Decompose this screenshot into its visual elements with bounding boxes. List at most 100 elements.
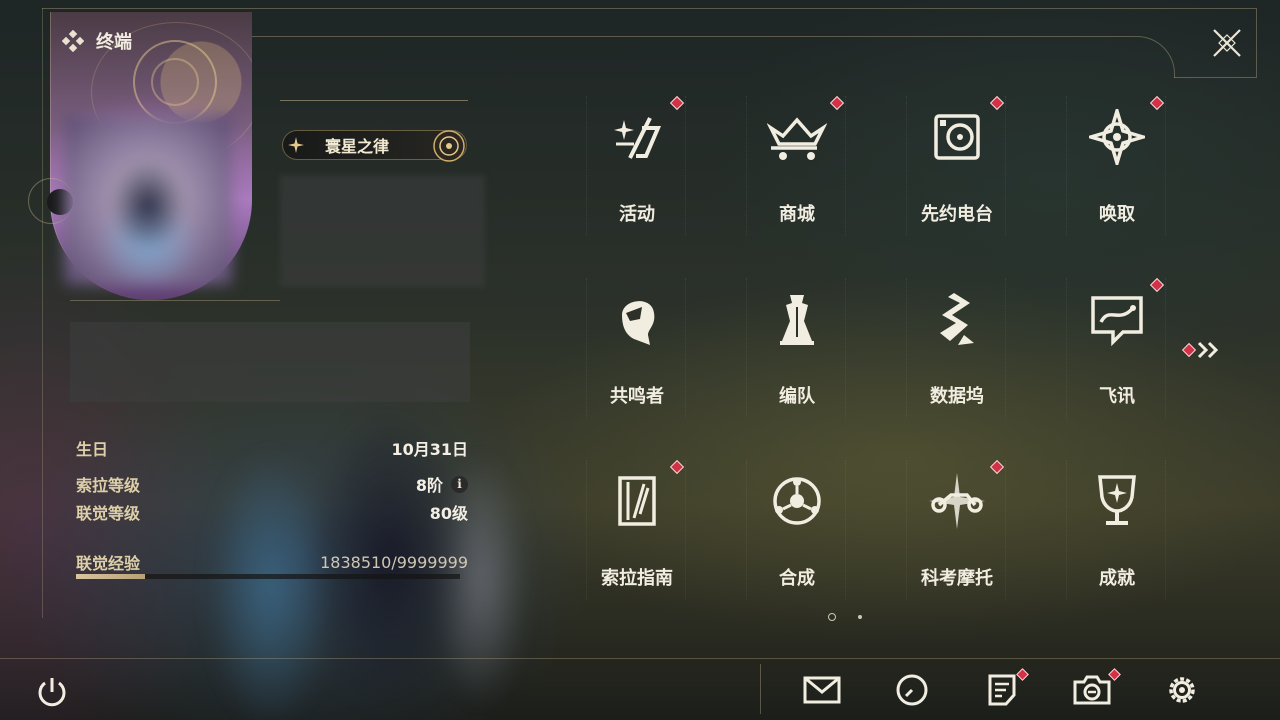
menu-item-convene[interactable]: 唤取 [1066,95,1166,236]
close-icon [1213,29,1241,57]
menu-item-data-bank[interactable]: 数据坞 [906,278,1006,418]
stat-union-level: 联觉等级 80级 [76,500,468,524]
resonator-head-icon [606,288,668,350]
menu-item-team[interactable]: 编队 [746,278,846,418]
notification-badge [1149,277,1165,293]
notification-badge [669,95,685,111]
next-page-button[interactable] [1180,338,1222,362]
stat-value: 8阶 [415,476,443,495]
camera-icon [1073,675,1111,705]
notification-badge [1181,342,1197,358]
menu-item-label: 科考摩托 [921,568,993,589]
menu-item-label: 活动 [619,204,655,225]
stat-label: 生日 [76,440,109,459]
synthesis-icon [766,470,828,532]
exp-progress-bar [76,574,460,579]
page-header: 终端 [62,28,132,54]
stat-label: 索拉等级 [76,476,141,495]
mail-button[interactable] [802,670,842,710]
card-ring-decoration [151,58,199,106]
events-clock-button[interactable] [892,670,932,710]
frame-top-line [42,8,1256,9]
notification-badge [989,459,1005,475]
menu-item-label: 飞讯 [1099,386,1135,407]
notice-button[interactable] [982,668,1029,710]
sparkle-icon [288,137,304,153]
player-name-blurred [280,175,485,287]
photo-button[interactable] [1072,668,1121,710]
menu-item-label: 编队 [779,386,815,407]
name-divider [280,100,468,101]
avatar[interactable] [64,115,232,285]
convene-star-icon [1086,106,1148,168]
menu-item-label: 共鸣者 [610,386,664,407]
notification-badge [669,459,685,475]
notice-board-icon [988,674,1016,706]
notification-badge [1016,668,1029,681]
menu-item-label: 成就 [1099,568,1135,589]
frame-right-line [1256,8,1257,78]
menu-item-label: 合成 [779,568,815,589]
menu-item-resonators[interactable]: 共鸣者 [586,278,686,418]
menu-item-messages[interactable]: 飞讯 [1066,277,1166,418]
page-title: 终端 [96,32,132,53]
radio-icon [926,106,988,168]
notification-badge [1149,95,1165,111]
exp-progress-fill [76,574,146,579]
frame-left-line [42,8,43,618]
menu-item-label: 索拉指南 [601,568,673,589]
stat-birthday: 生日 10月31日 [76,436,468,460]
notification-badge [989,95,1005,111]
stat-sol-level: 索拉等级 8阶 i [76,472,468,496]
menu-item-label: 唤取 [1099,204,1135,225]
stat-union-exp: 联觉经验 1838510/9999999 [76,550,468,574]
title-badge[interactable]: 寰星之律 [282,130,467,162]
menu-item-motorbike[interactable]: 科考摩托 [906,459,1006,600]
stat-value: 80级 [429,504,468,523]
frame-inner-border [250,36,1175,78]
power-icon [38,678,66,707]
menu-item-synthesis[interactable]: 合成 [746,460,846,600]
mail-icon [803,676,841,704]
stat-value: 10月31日 [391,440,468,459]
bottom-bar-separator [760,664,761,714]
bottom-bar-divider [0,658,1280,659]
page-indicator [828,613,862,621]
page-dot-active[interactable] [828,613,836,621]
exit-game-button[interactable] [32,672,72,712]
menu-item-sol-guidebook[interactable]: 索拉指南 [586,459,686,600]
menu-item-label: 数据坞 [930,386,984,407]
stat-value: 1838510/9999999 [320,552,468,572]
stat-value-wrap: 8阶 i [416,472,468,496]
terminal-logo-icon [62,30,84,52]
menu-item-events[interactable]: 活动 [586,95,686,236]
close-button[interactable] [1208,24,1246,62]
trophy-icon [1086,470,1148,532]
notification-badge [829,95,845,111]
shop-crown-cart-icon [766,106,828,168]
menu-item-label: 先约电台 [921,204,993,225]
chat-bubble-icon [1086,288,1148,350]
card-divider [70,300,280,301]
menu-item-shop[interactable]: 商城 [746,95,846,236]
double-chevron-right-icon [1197,341,1219,359]
menu-item-label: 商城 [779,204,815,225]
info-icon[interactable]: i [451,475,468,493]
signature-blurred[interactable] [70,322,470,402]
event-icon [606,106,668,168]
title-badge-label: 寰星之律 [325,137,390,156]
settings-button[interactable] [1162,670,1202,710]
stat-label: 联觉经验 [76,554,141,573]
data-bank-icon [926,288,988,350]
stat-label: 联觉等级 [76,504,141,523]
gear-icon [1169,677,1195,703]
disc-ornament-icon [433,130,465,162]
clock-icon [896,674,928,706]
menu-item-achievements[interactable]: 成就 [1066,460,1166,600]
team-chess-icon [766,288,828,350]
frame-inner-border-end [1174,77,1256,78]
motorbike-icon [926,470,988,532]
page-dot[interactable] [858,615,862,619]
menu-item-radio[interactable]: 先约电台 [906,95,1006,236]
guidebook-icon [606,470,668,532]
